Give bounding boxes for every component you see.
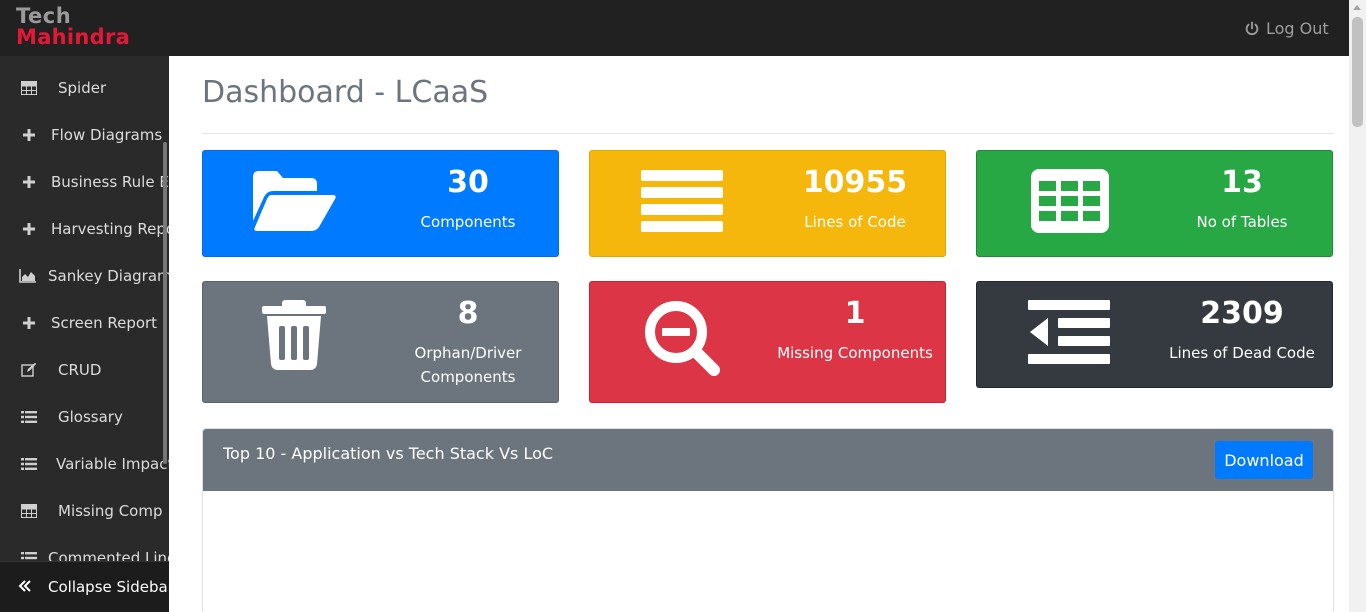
sidebar-item-flow-diagrams[interactable]: Flow Diagrams	[0, 115, 169, 155]
sidebar-item-label: Spider	[58, 79, 107, 97]
sidebar-item-business-rule[interactable]: Business Rule Ex	[0, 162, 169, 202]
title-divider	[202, 133, 1334, 134]
components-label: Components	[420, 213, 516, 231]
page-title: Dashboard - LCaaS	[202, 75, 489, 110]
double-chevron-left-icon	[18, 577, 32, 598]
table-icon	[1031, 169, 1109, 233]
sidebar-item-variable-impact[interactable]: Variable Impact	[0, 444, 169, 484]
sidebar-item-label: Business Rule Ex	[51, 173, 169, 191]
outdent-icon	[1028, 300, 1110, 364]
brand-logo[interactable]: Tech Mahindra	[16, 6, 130, 48]
tables-card[interactable]: 13 No of Tables	[976, 150, 1333, 257]
sidebar: Spider Flow Diagrams Business Rule Ex Ha…	[0, 56, 169, 612]
bars-icon	[641, 170, 723, 232]
download-button[interactable]: Download	[1215, 441, 1313, 479]
table-icon	[20, 502, 38, 520]
sidebar-item-label: Variable Impact	[56, 455, 169, 473]
area-chart-icon	[19, 267, 37, 285]
panel-title: Top 10 - Application vs Tech Stack Vs Lo…	[223, 444, 554, 463]
sidebar-scrollbar[interactable]	[163, 142, 167, 464]
power-icon	[1245, 21, 1259, 35]
orphan-components-value: 8	[457, 296, 479, 331]
sidebar-item-screen-report[interactable]: Screen Report	[0, 303, 169, 343]
page-scrollbar[interactable]	[1349, 0, 1366, 612]
components-value: 30	[447, 165, 489, 200]
sidebar-item-spider[interactable]: Spider	[0, 68, 169, 108]
lines-of-code-value: 10955	[802, 165, 908, 200]
lines-of-code-card[interactable]: 10955 Lines of Code	[589, 150, 946, 257]
main-content: Dashboard - LCaaS 30 Components 10955 Li…	[169, 56, 1349, 612]
orphan-components-label: Orphan/Driver Components	[414, 344, 522, 386]
logout-label: Log Out	[1266, 19, 1329, 38]
sidebar-item-harvesting-report[interactable]: Harvesting Repo	[0, 209, 169, 249]
sidebar-item-label: Glossary	[58, 408, 123, 426]
plus-icon	[20, 220, 38, 238]
tables-value: 13	[1221, 165, 1263, 200]
sidebar-item-label: Screen Report	[51, 314, 158, 332]
missing-components-card[interactable]: 1 Missing Components	[589, 281, 946, 403]
sidebar-item-missing-comp[interactable]: Missing Comp	[0, 491, 169, 531]
top-navbar: Tech Mahindra Log Out	[0, 0, 1366, 56]
trash-icon	[262, 300, 326, 370]
sidebar-item-label: CRUD	[58, 361, 102, 379]
sidebar-item-glossary[interactable]: Glossary	[0, 397, 169, 437]
plus-icon	[20, 126, 38, 144]
top-10-panel: Top 10 - Application vs Tech Stack Vs Lo…	[202, 428, 1334, 612]
missing-components-value: 1	[844, 296, 866, 331]
dead-code-card[interactable]: 2309 Lines of Dead Code	[976, 281, 1333, 388]
brand-line-1: Tech	[16, 4, 72, 28]
search-minus-icon	[645, 301, 720, 376]
dead-code-value: 2309	[1200, 296, 1284, 331]
list-icon	[20, 455, 38, 473]
plus-icon	[20, 173, 38, 191]
brand-line-2: Mahindra	[16, 25, 131, 49]
components-card[interactable]: 30 Components	[202, 150, 559, 257]
sidebar-item-label: Flow Diagrams	[51, 126, 163, 144]
plus-icon	[20, 314, 38, 332]
lines-of-code-label: Lines of Code	[804, 213, 906, 231]
tables-label: No of Tables	[1196, 213, 1288, 231]
edit-icon	[20, 361, 38, 379]
sidebar-item-crud[interactable]: CRUD	[0, 350, 169, 390]
table-icon	[20, 79, 38, 97]
panel-header: Top 10 - Application vs Tech Stack Vs Lo…	[203, 429, 1333, 491]
missing-components-label: Missing Components	[777, 344, 933, 362]
sidebar-item-label: Sankey Diagram	[48, 267, 169, 285]
folder-open-icon	[253, 171, 336, 231]
list-icon	[20, 408, 38, 426]
dead-code-label: Lines of Dead Code	[1169, 344, 1315, 362]
sidebar-item-sankey-diagram[interactable]: Sankey Diagram	[0, 256, 169, 296]
orphan-components-card[interactable]: 8 Orphan/Driver Components	[202, 281, 559, 403]
scroll-up-arrow-icon[interactable]	[1353, 5, 1361, 10]
logout-button[interactable]: Log Out	[1244, 19, 1329, 38]
collapse-sidebar-label: Collapse Sidebar	[48, 578, 169, 596]
collapse-sidebar-button[interactable]: Collapse Sidebar	[0, 561, 169, 612]
sidebar-item-label: Missing Comp	[58, 502, 163, 520]
scrollbar-thumb[interactable]	[1352, 17, 1363, 127]
sidebar-item-label: Harvesting Repo	[51, 220, 169, 238]
